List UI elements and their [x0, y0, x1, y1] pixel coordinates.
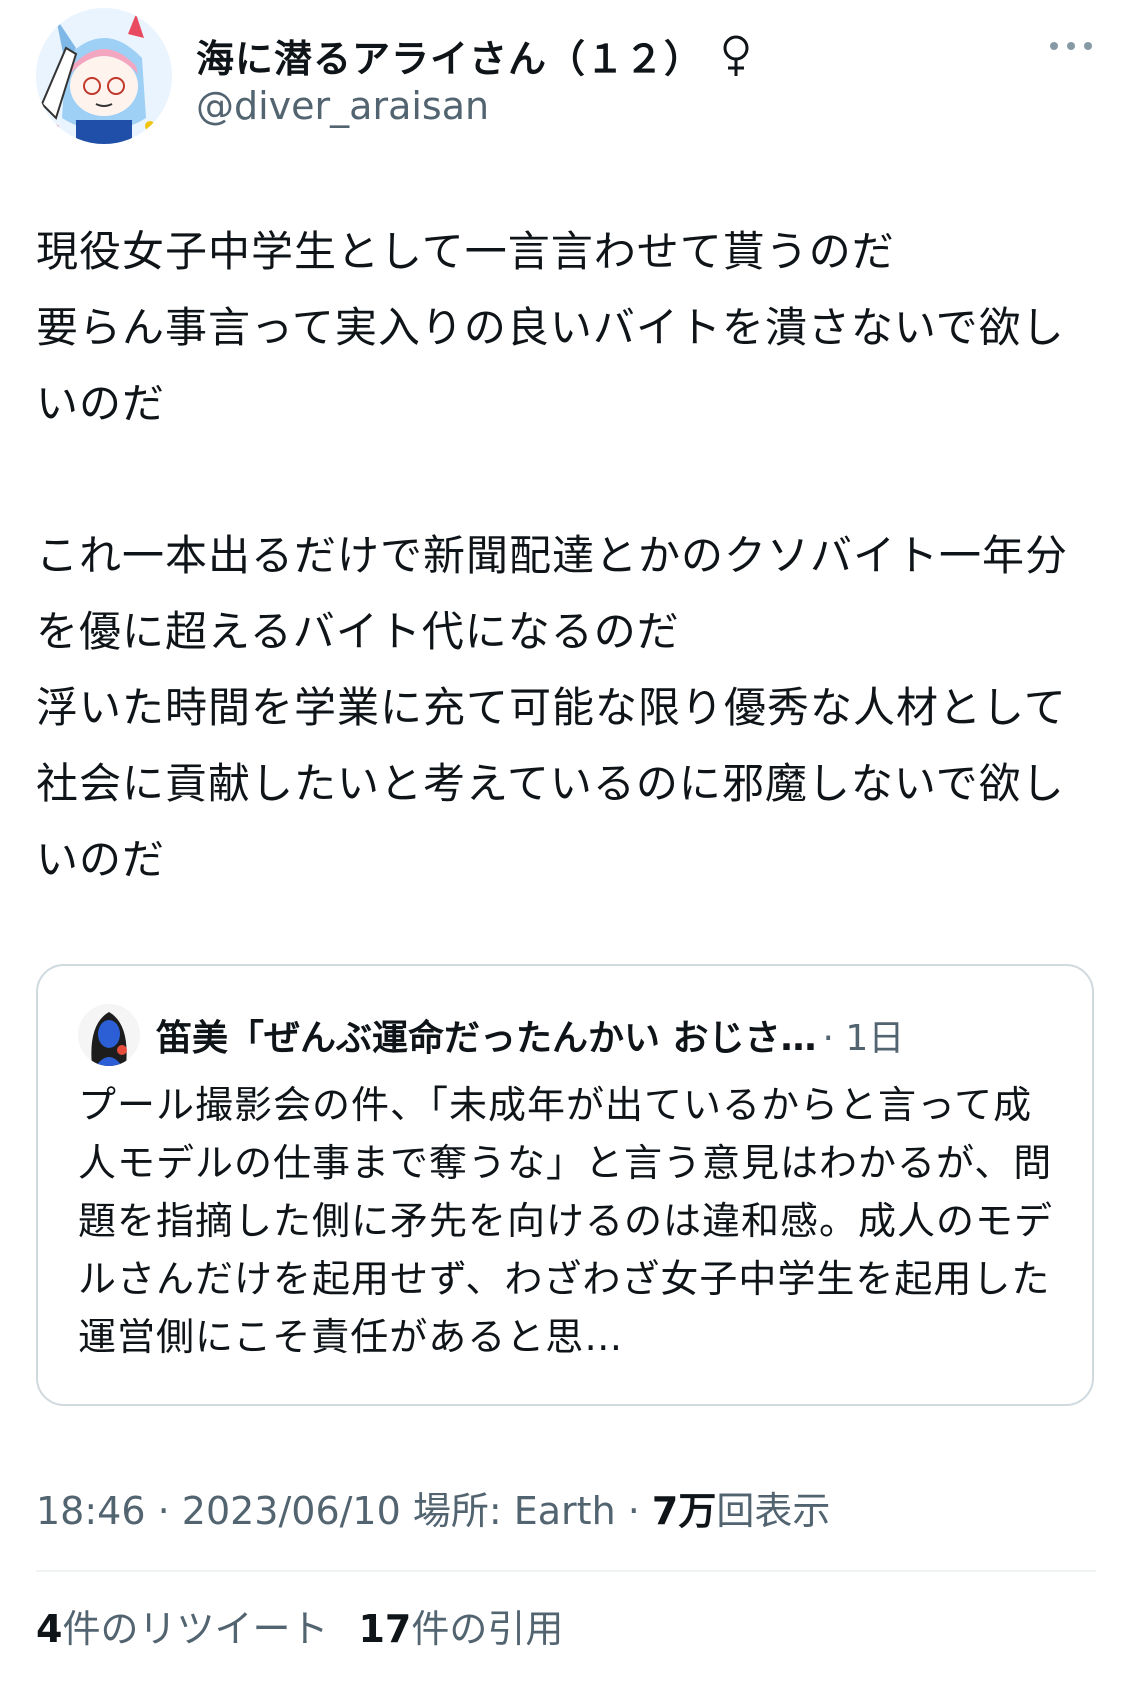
tweet-location: Earth — [513, 1489, 616, 1533]
quoted-avatar-image — [78, 1004, 140, 1066]
quoted-tweet-card[interactable]: 笛美「ぜんぶ運命だったんかい おじさ… · 1日 プール撮影会の件、「未成年が出… — [36, 964, 1094, 1406]
quoted-tweet-paragraph: プール撮影会の件、「未成年が出ているからと言って成人モデルの仕事まで奪うな」と言… — [78, 1083, 1054, 1359]
more-options-icon[interactable] — [1046, 38, 1096, 54]
divider — [36, 1570, 1096, 1572]
quotes-link[interactable]: 17件の引用 — [358, 1598, 563, 1653]
avatar-image — [36, 8, 172, 144]
retweets-count: 4 — [36, 1607, 63, 1651]
views-label: 回表示 — [716, 1489, 831, 1533]
views-count: 7万 — [651, 1489, 717, 1533]
tweet-date: 2023/06/10 — [181, 1489, 401, 1533]
tweet-paragraph: 現役女子中学生として一言言わせて貰うのだ 要らん事言って実入りの良いバイトを潰さ… — [36, 227, 1065, 428]
female-sign-icon — [723, 35, 749, 76]
author-name-row: 海に潜るアライさん（１２） — [196, 28, 753, 83]
quoted-author-name: 笛美「ぜんぶ運命だったんかい おじさ… — [156, 1018, 817, 1059]
meta-separator: · — [615, 1489, 652, 1533]
quoted-author-avatar — [78, 1004, 140, 1066]
author-display-name[interactable]: 海に潜るアライさん（１２） — [196, 28, 703, 83]
tweet-meta: 18:46 · 2023/06/10 場所: Earth · 7万回表示 — [36, 1480, 830, 1535]
engagement-stats: 4件のリツイート 17件の引用 — [36, 1598, 593, 1653]
quotes-label: 件の引用 — [411, 1607, 564, 1651]
retweets-link[interactable]: 4件のリツイート — [36, 1598, 328, 1653]
author-handle[interactable]: @diver_araisan — [196, 84, 489, 128]
author-avatar[interactable] — [36, 8, 172, 144]
tweet-header: 海に潜るアライさん（１２） @diver_araisan — [36, 8, 1096, 148]
meta-separator: · — [145, 1489, 182, 1533]
quoted-tweet-time: · 1日 — [822, 1018, 905, 1059]
quoted-tweet-header: 笛美「ぜんぶ運命だったんかい おじさ… · 1日 — [78, 1004, 904, 1066]
quotes-count: 17 — [358, 1607, 412, 1651]
location-label: 場所: — [400, 1489, 514, 1533]
quoted-tweet-text: プール撮影会の件、「未成年が出ているからと言って成人モデルの仕事まで奪うな」と言… — [78, 1076, 1068, 1366]
retweets-label: 件のリツイート — [62, 1607, 329, 1651]
tweet-time: 18:46 — [36, 1489, 146, 1533]
tweet-text: 現役女子中学生として一言言わせて貰うのだ 要らん事言って実入りの良いバイトを潰さ… — [36, 214, 1096, 898]
tweet-paragraph: これ一本出るだけで新聞配達とかのクソバイト一年分を優に超えるバイト代になるのだ … — [36, 531, 1069, 884]
